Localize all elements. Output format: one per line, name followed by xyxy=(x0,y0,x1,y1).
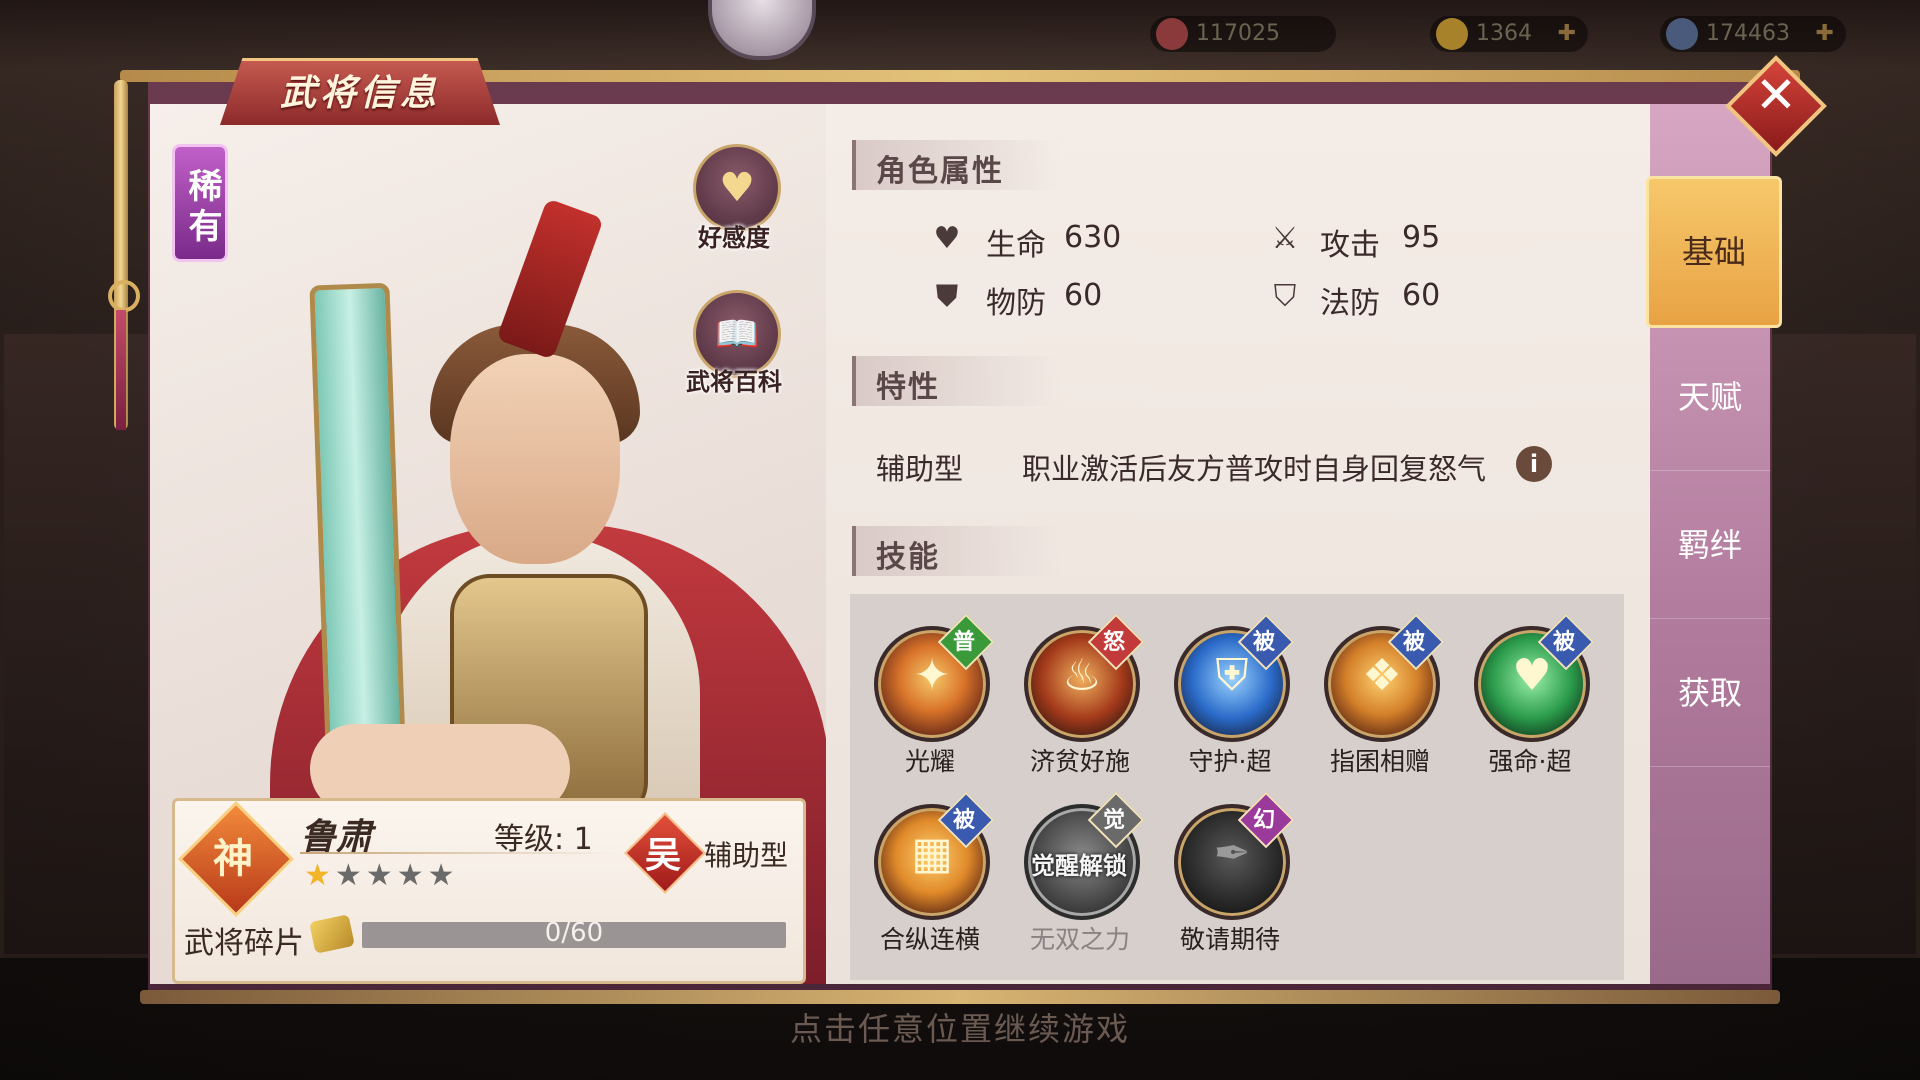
skill-jingqingqidai[interactable]: ✒ 幻 敬请期待 xyxy=(1170,791,1295,974)
resource-gold: 1364 ✚ xyxy=(1430,16,1588,52)
skill-jipinhaoshi[interactable]: ♨ 怒 济贫好施 xyxy=(1020,613,1145,796)
shards-label: 武将碎片 xyxy=(184,926,304,961)
lock-text: 觉醒解锁 xyxy=(1031,852,1127,880)
tab-talent[interactable]: 天赋 xyxy=(1650,324,1770,471)
skill-shouhu-chao[interactable]: ⛨ 被 守护·超 xyxy=(1170,613,1295,796)
hero-role: 辅助型 xyxy=(704,839,789,872)
skill-name: 强命·超 xyxy=(1488,747,1572,776)
section-title: 特性 xyxy=(876,370,940,405)
skill-tag: 怒 xyxy=(1102,630,1125,655)
star-icon: ★ xyxy=(427,858,459,893)
skill-tag: 被 xyxy=(1252,630,1275,655)
stamina-icon xyxy=(1156,18,1188,50)
resource-value: 117025 xyxy=(1196,21,1280,46)
skill-wushuangzhili[interactable]: 觉醒解锁 觉 无双之力 xyxy=(1020,791,1145,974)
skill-name: 济贫好施 xyxy=(1029,747,1130,776)
info-icon[interactable]: i xyxy=(1516,446,1552,482)
star-icon: ★ xyxy=(396,858,428,893)
attr-hp-value: 630 xyxy=(1064,220,1122,255)
rarity-badge: 稀有 xyxy=(172,144,228,262)
attr-atk-label: 攻击 xyxy=(1320,228,1380,263)
skill-hezonglianheng[interactable]: ▦ 被 合纵连横 xyxy=(870,791,995,974)
hero-head xyxy=(450,354,620,564)
skill-name: 敬请期待 xyxy=(1179,925,1280,954)
kingdom-badge: 吴 xyxy=(644,835,681,876)
attr-mdef-label: 法防 xyxy=(1320,286,1380,321)
skill-tag: 幻 xyxy=(1252,808,1275,833)
resource-stamina: 117025 xyxy=(1150,16,1336,52)
trait-description: 职业激活后友方普攻时自身回复怒气 xyxy=(1022,452,1487,486)
faction-badge: 神 xyxy=(213,836,253,882)
attr-mdef-value: 60 xyxy=(1402,278,1441,313)
skill-guangyao[interactable]: ✦ 普 光耀 xyxy=(870,613,995,796)
section-skills: 技能 xyxy=(852,526,1060,576)
section-attributes: 角色属性 xyxy=(852,140,1060,190)
skill-name: 守护·超 xyxy=(1188,747,1272,776)
resource-silver: 174463 ✚ xyxy=(1660,16,1846,52)
name-divider xyxy=(300,852,620,854)
section-title: 角色属性 xyxy=(876,154,1004,189)
player-avatar[interactable] xyxy=(708,0,816,60)
skill-tag: 被 xyxy=(1552,630,1575,655)
resource-value: 1364 xyxy=(1476,21,1532,46)
heart-icon: ♥ xyxy=(933,221,961,256)
background-screen-right xyxy=(1762,330,1920,958)
silver-coin-icon xyxy=(1666,18,1698,50)
skill-tag: 被 xyxy=(952,808,975,833)
shield-icon: ⛊ xyxy=(935,279,959,314)
skill-tag: 被 xyxy=(1402,630,1425,655)
skill-name: 指囷相赠 xyxy=(1329,747,1430,776)
skill-tag: 觉 xyxy=(1102,808,1125,833)
star-rating: ★★★★★ xyxy=(304,858,459,893)
decorative-tassel xyxy=(116,310,126,430)
tab-basic[interactable]: 基础 xyxy=(1646,176,1782,328)
section-title: 技能 xyxy=(876,540,940,575)
frame-bottom-trim xyxy=(140,990,1780,1004)
resource-value: 174463 xyxy=(1706,21,1790,46)
skill-zhiqunxiangzeng[interactable]: ❖ 被 指囷相赠 xyxy=(1320,613,1445,796)
skill-qiangming-chao[interactable]: ♥ 被 强命·超 xyxy=(1470,613,1595,796)
attr-hp-label: 生命 xyxy=(986,228,1046,263)
add-silver-icon[interactable]: ✚ xyxy=(1816,16,1834,52)
trait-type: 辅助型 xyxy=(876,452,964,486)
encyclopedia-label: 武将百科 xyxy=(686,368,782,396)
gold-ingot-icon xyxy=(1436,18,1468,50)
shards-progress-text: 0/60 xyxy=(544,918,604,948)
decorative-ring xyxy=(108,280,140,312)
star-icon: ★ xyxy=(365,858,397,893)
panel-title: 武将信息 xyxy=(279,73,440,114)
attr-pdef-value: 60 xyxy=(1064,278,1103,313)
attr-pdef-label: 物防 xyxy=(986,286,1046,321)
book-icon: 📖 xyxy=(714,314,760,355)
background-screen-left xyxy=(0,330,158,958)
star-icon: ★ xyxy=(334,858,366,893)
section-traits: 特性 xyxy=(852,356,1060,406)
star-icon: ★ xyxy=(304,858,335,893)
sword-icon: ⚔ xyxy=(1271,221,1299,256)
skill-name: 无双之力 xyxy=(1029,925,1130,954)
attr-atk-value: 95 xyxy=(1402,220,1441,255)
lightning-shield-icon: ⛉ xyxy=(1273,279,1297,314)
tab-bonds[interactable]: 羁绊 xyxy=(1650,472,1770,619)
heart-icon: ♥ xyxy=(719,165,755,211)
favor-label: 好感度 xyxy=(698,224,770,252)
skill-tag: 普 xyxy=(952,630,975,655)
continue-hint: 点击任意位置继续游戏 xyxy=(789,1010,1130,1048)
skill-name: 光耀 xyxy=(904,747,955,776)
skill-name: 合纵连横 xyxy=(879,925,980,954)
add-gold-icon[interactable]: ✚ xyxy=(1558,16,1576,52)
close-icon[interactable]: ✕ xyxy=(1740,66,1812,124)
tab-obtain[interactable]: 获取 xyxy=(1650,620,1770,767)
